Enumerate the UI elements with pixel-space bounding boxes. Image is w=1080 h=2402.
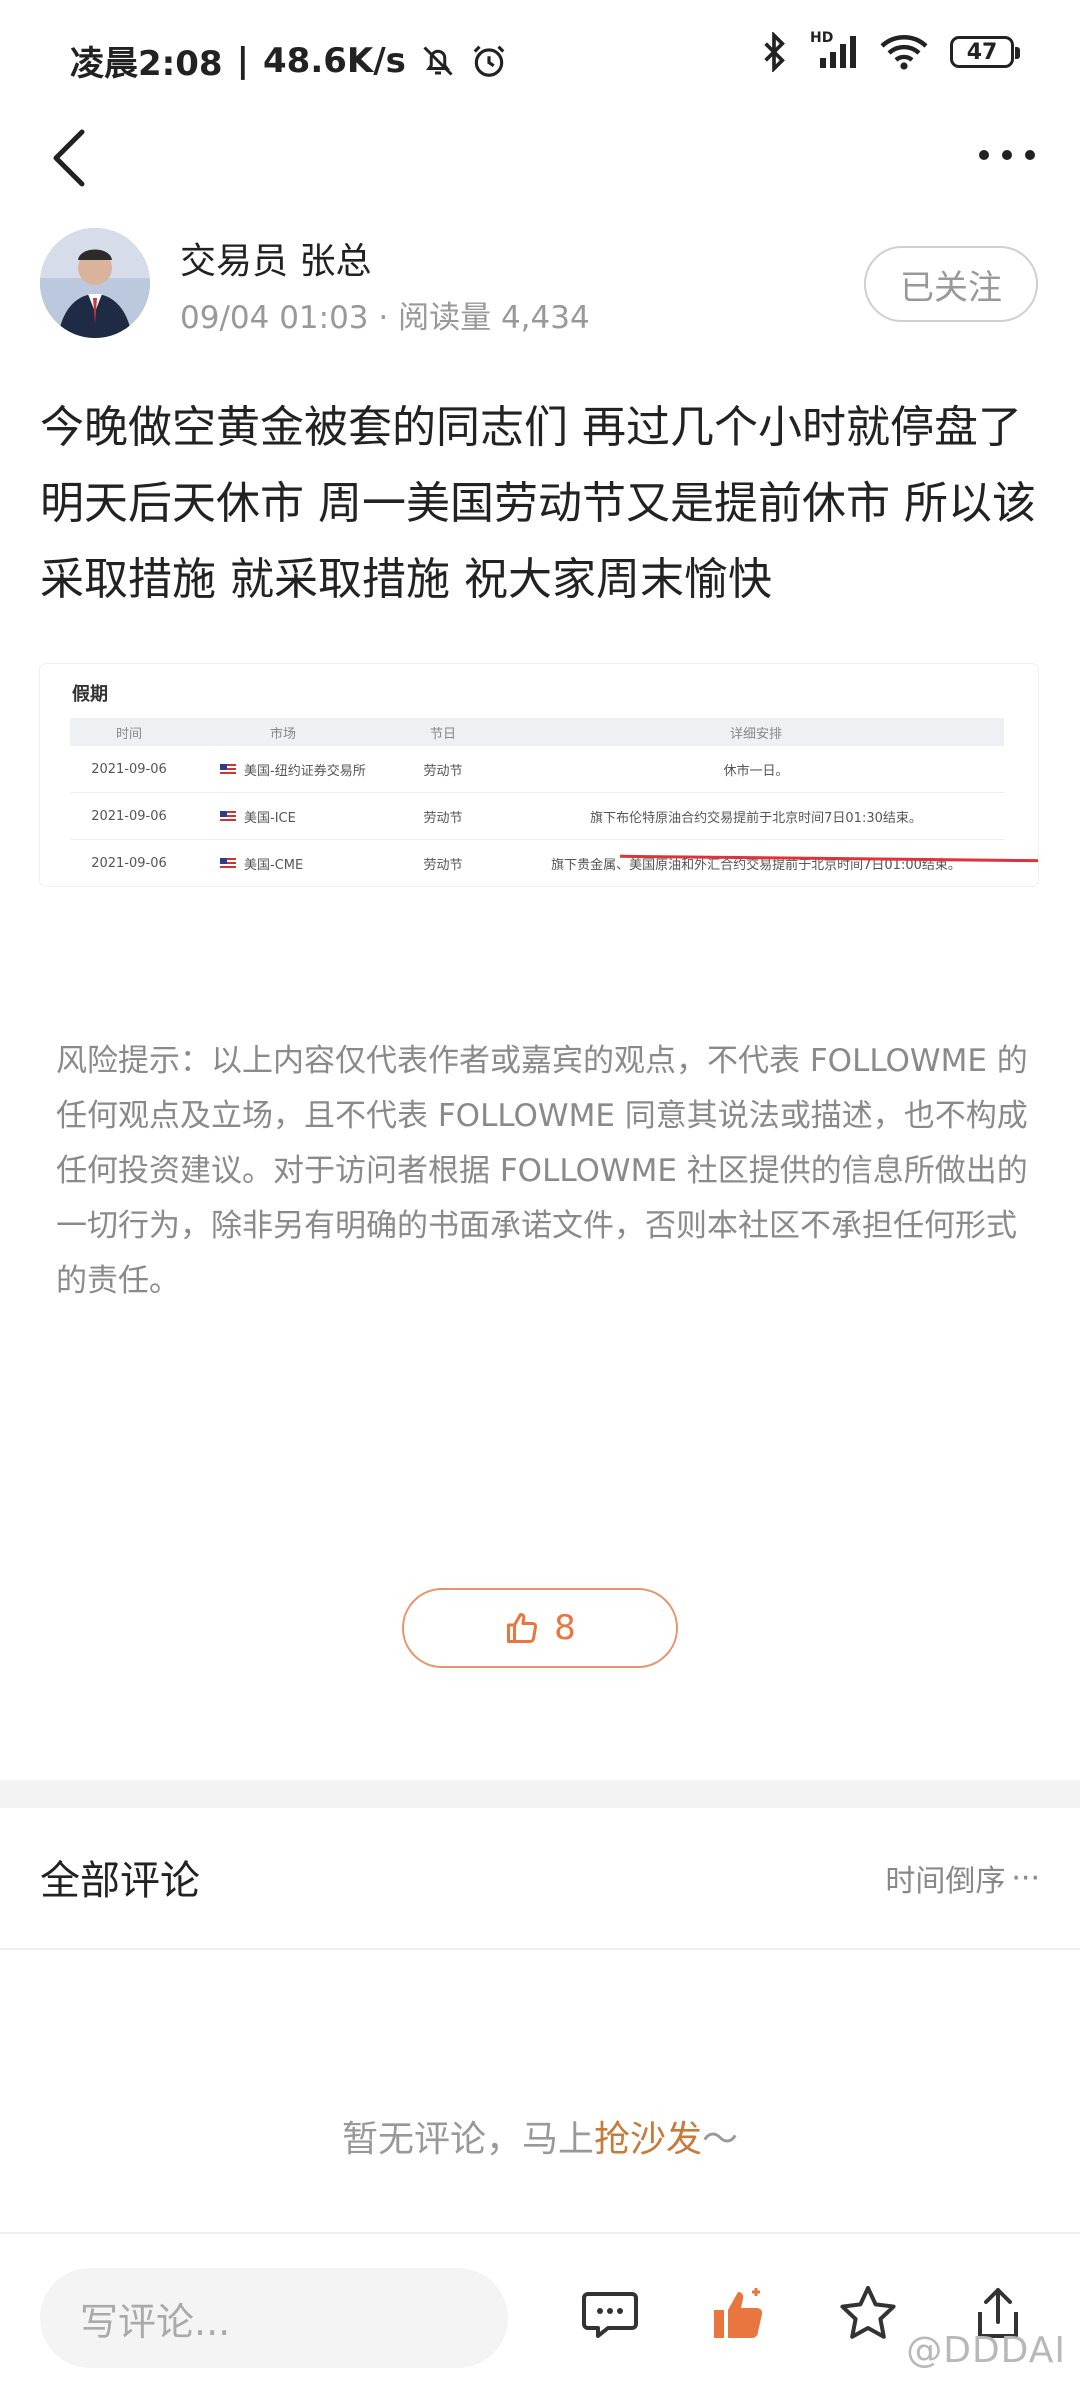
like-button[interactable]: 8 [402, 1588, 678, 1668]
back-arrow-icon[interactable] [44, 126, 100, 190]
empty-prefix: 暂无评论，马上 [341, 2119, 594, 2160]
header-cell: 节日 [429, 726, 456, 742]
battery-indicator: 47 [950, 36, 1020, 68]
status-left: 凌晨2:08 | 48.6K/s [70, 36, 508, 85]
empty-suffix: ～ [702, 2119, 739, 2160]
us-flag-icon [220, 811, 236, 821]
more-icon[interactable] [974, 130, 1040, 180]
wifi-icon [880, 35, 928, 70]
post-meta: 09/04 01:03 · 阅读量 4,434 [180, 300, 590, 336]
comments-title: 全部评论 [40, 1858, 200, 1904]
cell-market: 美国-ICE [188, 807, 378, 826]
status-time: 凌晨2:08 [70, 44, 223, 84]
like-icon[interactable] [706, 2282, 770, 2346]
cell-holiday: 劳动节 [423, 810, 463, 826]
sort-button[interactable]: 时间倒序 ··· [885, 1856, 1040, 1900]
like-count: 8 [554, 1608, 576, 1648]
like-icon [507, 1613, 538, 1644]
market-label: 美国-纽约证券交易所 [244, 763, 366, 779]
us-flag-icon [220, 858, 236, 868]
alarm-icon [473, 45, 505, 77]
holiday-table: 时间 市场 节日 详细安排 2021-09-06 美国-纽约证券交易所 劳动节 … [70, 718, 1004, 886]
comment-input[interactable]: 写评论... [40, 2268, 508, 2368]
comment-icon[interactable] [578, 2282, 642, 2346]
image-title: 假期 [72, 684, 108, 705]
cell-market: 美国-CME [188, 854, 378, 873]
empty-comments: 暂无评论，马上抢沙发～ [0, 2110, 1080, 2162]
cell-detail: 休市一日。 [723, 763, 789, 779]
author-avatar[interactable] [40, 228, 150, 338]
cell-market: 美国-纽约证券交易所 [188, 760, 378, 779]
author-name[interactable]: 交易员 张总 [180, 232, 371, 284]
sort-more: ··· [1011, 1860, 1040, 1896]
header-cell: 市场 [269, 726, 296, 742]
us-flag-icon [220, 764, 236, 774]
post-image[interactable]: 假期 时间 市场 节日 详细安排 2021-09-06 美国-纽约证券交易所 劳… [40, 664, 1038, 886]
cell-detail: 旗下布伦特原油合约交易提前于北京时间7日01:30结束。 [590, 810, 922, 826]
market-label: 美国-CME [244, 857, 304, 873]
comments-divider [0, 1948, 1080, 1950]
cell-holiday: 劳动节 [423, 857, 463, 873]
header-cell: 详细安排 [729, 726, 782, 742]
sort-label: 时间倒序 [885, 1864, 1006, 1899]
status-right: HD 47 [760, 30, 1020, 72]
bell-off-icon [423, 45, 453, 76]
watermark: @DDDAI [906, 2330, 1066, 2371]
table-row: 2021-09-06 美国-纽约证券交易所 劳动节 休市一日。 [70, 746, 1004, 793]
status-speed: 48.6K/s [263, 40, 406, 81]
cell-holiday: 劳动节 [423, 763, 463, 779]
follow-button[interactable]: 已关注 [864, 246, 1038, 322]
risk-disclaimer: 风险提示：以上内容仅代表作者或嘉宾的观点，不代表 FOLLOWME 的任何观点及… [56, 1043, 1028, 1299]
status-bar: 凌晨2:08 | 48.6K/s HD 47 [0, 0, 1080, 120]
status-separator: | [236, 40, 249, 81]
table-header: 时间 市场 节日 详细安排 [70, 718, 1004, 746]
cell-date: 2021-09-06 [91, 808, 167, 824]
avatar-image [40, 228, 150, 338]
post-body: 今晚做空黄金被套的同志们 再过几个小时就停盘了 明天后天休市 周一美国劳动节又是… [40, 402, 1036, 605]
table-row: 2021-09-06 美国-CME 劳动节 旗下贵金属、美国原油和外汇合约交易提… [70, 840, 1004, 886]
market-label: 美国-ICE [244, 810, 296, 826]
signal-icon: HD [810, 30, 858, 70]
cell-date: 2021-09-06 [91, 855, 167, 871]
bottom-bar: 写评论... [0, 2232, 1080, 2402]
star-icon[interactable] [836, 2282, 900, 2346]
section-divider [0, 1780, 1080, 1808]
grab-sofa-link[interactable]: 抢沙发 [594, 2119, 702, 2160]
bluetooth-icon [764, 32, 785, 72]
header-cell: 时间 [115, 726, 142, 742]
cell-date: 2021-09-06 [91, 761, 167, 777]
table-row: 2021-09-06 美国-ICE 劳动节 旗下布伦特原油合约交易提前于北京时间… [70, 793, 1004, 840]
